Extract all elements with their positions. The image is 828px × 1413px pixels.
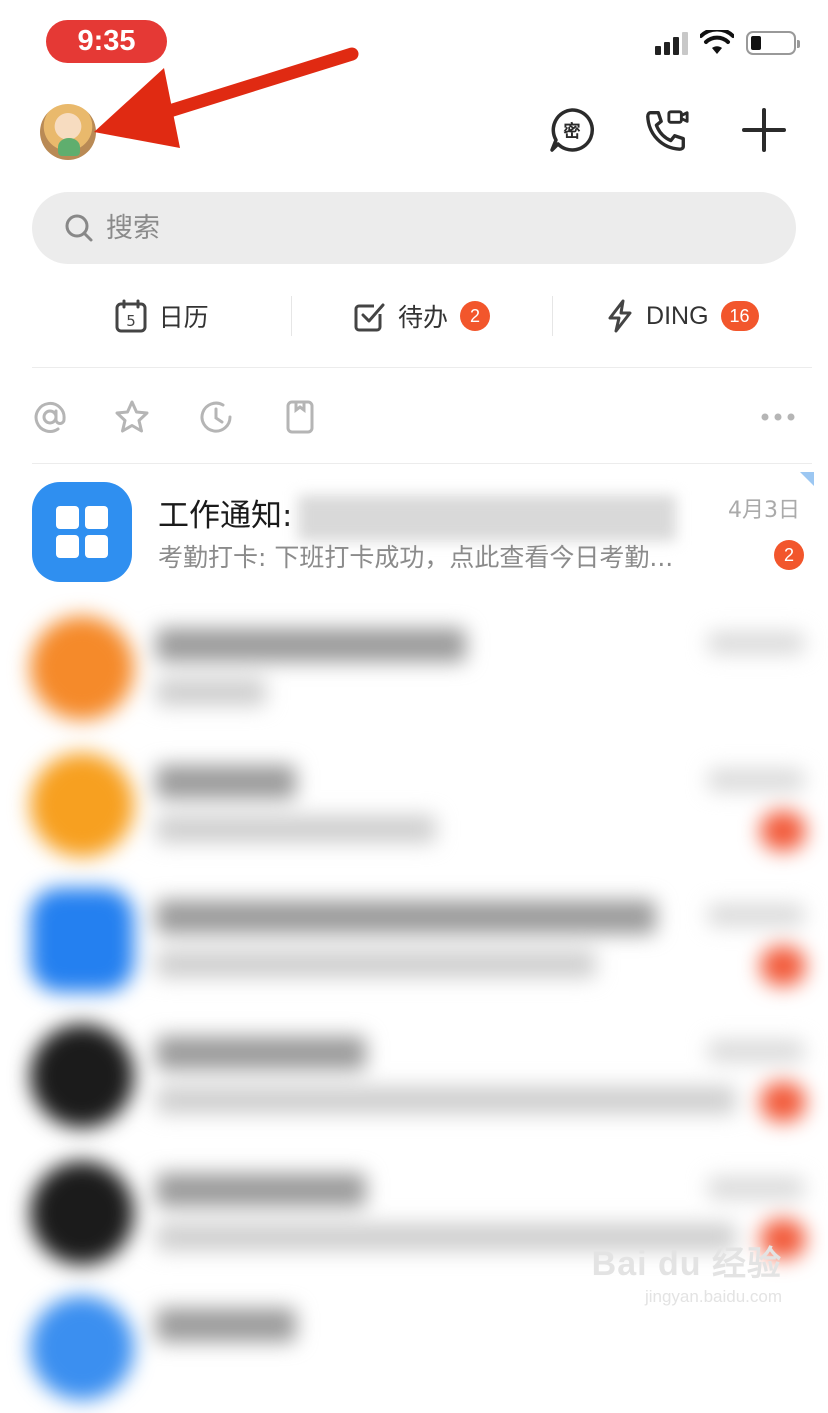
calendar-icon: 5 [115,299,147,333]
redacted-text [298,494,677,541]
star-icon [115,400,149,433]
conversation-preview: 考勤打卡: 下班打卡成功，点此查看今日考勤... [158,543,674,572]
quick-actions: 5 日历 待办 2 DING 16 [32,290,812,342]
conversation-item-blurred[interactable] [0,870,828,1005]
grid-apps-icon [56,506,108,558]
battery-icon [746,31,800,55]
clock-icon [200,401,232,433]
phone-video-icon [646,110,689,151]
conversation-item-blurred[interactable] [0,1006,828,1141]
secret-chat-button[interactable]: 密 [548,106,596,154]
starred-filter[interactable] [114,395,150,439]
mentions-filter[interactable] [32,395,68,439]
work-notification-avatar [32,482,132,582]
svg-text:5: 5 [126,312,136,330]
calendar-button[interactable]: 5 日历 [32,290,291,342]
saved-filter[interactable] [282,395,318,439]
todo-badge: 2 [460,301,490,331]
ding-button[interactable]: DING 16 [553,290,812,342]
red-arrow-annotation [94,47,359,148]
todo-label: 待办 [397,303,448,332]
lightning-icon [608,299,632,333]
at-icon [34,401,66,433]
calendar-label: 日历 [158,303,209,332]
baidu-watermark: Bai du 经验 jingyan.baidu.com [591,1245,782,1306]
unread-badge: 2 [774,540,804,570]
profile-avatar[interactable] [40,104,96,160]
ding-label: DING [646,301,709,330]
conversation-item-blurred[interactable] [0,735,828,870]
plus-icon [742,108,786,152]
pinned-corner-marker [800,472,814,486]
todo-check-icon [354,303,385,332]
call-button[interactable] [642,106,690,154]
recent-filter[interactable] [198,395,234,439]
todo-button[interactable]: 待办 2 [292,290,551,342]
status-icons [655,30,800,56]
bookmark-icon [286,400,314,434]
conversation-item-work-notification[interactable]: 工作通知: 考勤打卡: 下班打卡成功，点此查看今日考勤... 4月3日 2 [0,464,828,594]
secret-chat-icon: 密 [550,108,595,152]
search-bar[interactable] [32,192,796,264]
filter-bar [32,395,802,439]
conversation-title: 工作通知: [158,490,677,541]
conversation-item-blurred[interactable] [0,598,828,733]
wifi-icon [700,30,734,54]
cellular-signal-icon [655,31,688,55]
more-filter-button[interactable] [758,395,798,439]
conversation-date: 4月3日 [728,498,800,523]
more-icon [761,413,795,421]
search-input[interactable] [104,211,708,245]
ding-badge: 16 [720,301,759,331]
divider [32,367,812,368]
search-icon [65,214,93,242]
svg-text:密: 密 [564,121,581,142]
add-button[interactable] [740,106,788,154]
